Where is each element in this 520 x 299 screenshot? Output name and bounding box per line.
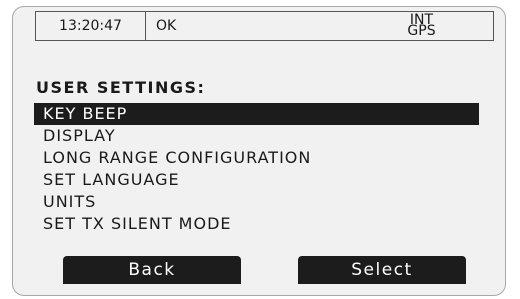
select-softkey[interactable]: Select	[298, 256, 466, 284]
settings-menu: KEY BEEP DISPLAY LONG RANGE CONFIGURATIO…	[34, 103, 479, 235]
status-time: 13:20:47	[36, 12, 146, 40]
back-softkey[interactable]: Back	[63, 256, 241, 284]
position-source-indicator: INT GPS	[376, 12, 493, 40]
menu-item-set-tx-silent-mode[interactable]: SET TX SILENT MODE	[34, 213, 479, 235]
position-source-line2: GPS	[407, 23, 436, 39]
menu-item-units[interactable]: UNITS	[34, 191, 479, 213]
menu-title: USER SETTINGS:	[36, 78, 206, 97]
menu-item-display[interactable]: DISPLAY	[34, 125, 479, 147]
status-bar: 13:20:47 OK INT GPS	[35, 11, 494, 41]
status-text: OK	[156, 18, 177, 34]
menu-item-long-range-configuration[interactable]: LONG RANGE CONFIGURATION	[34, 147, 479, 169]
menu-item-set-language[interactable]: SET LANGUAGE	[34, 169, 479, 191]
menu-item-key-beep[interactable]: KEY BEEP	[34, 103, 479, 125]
